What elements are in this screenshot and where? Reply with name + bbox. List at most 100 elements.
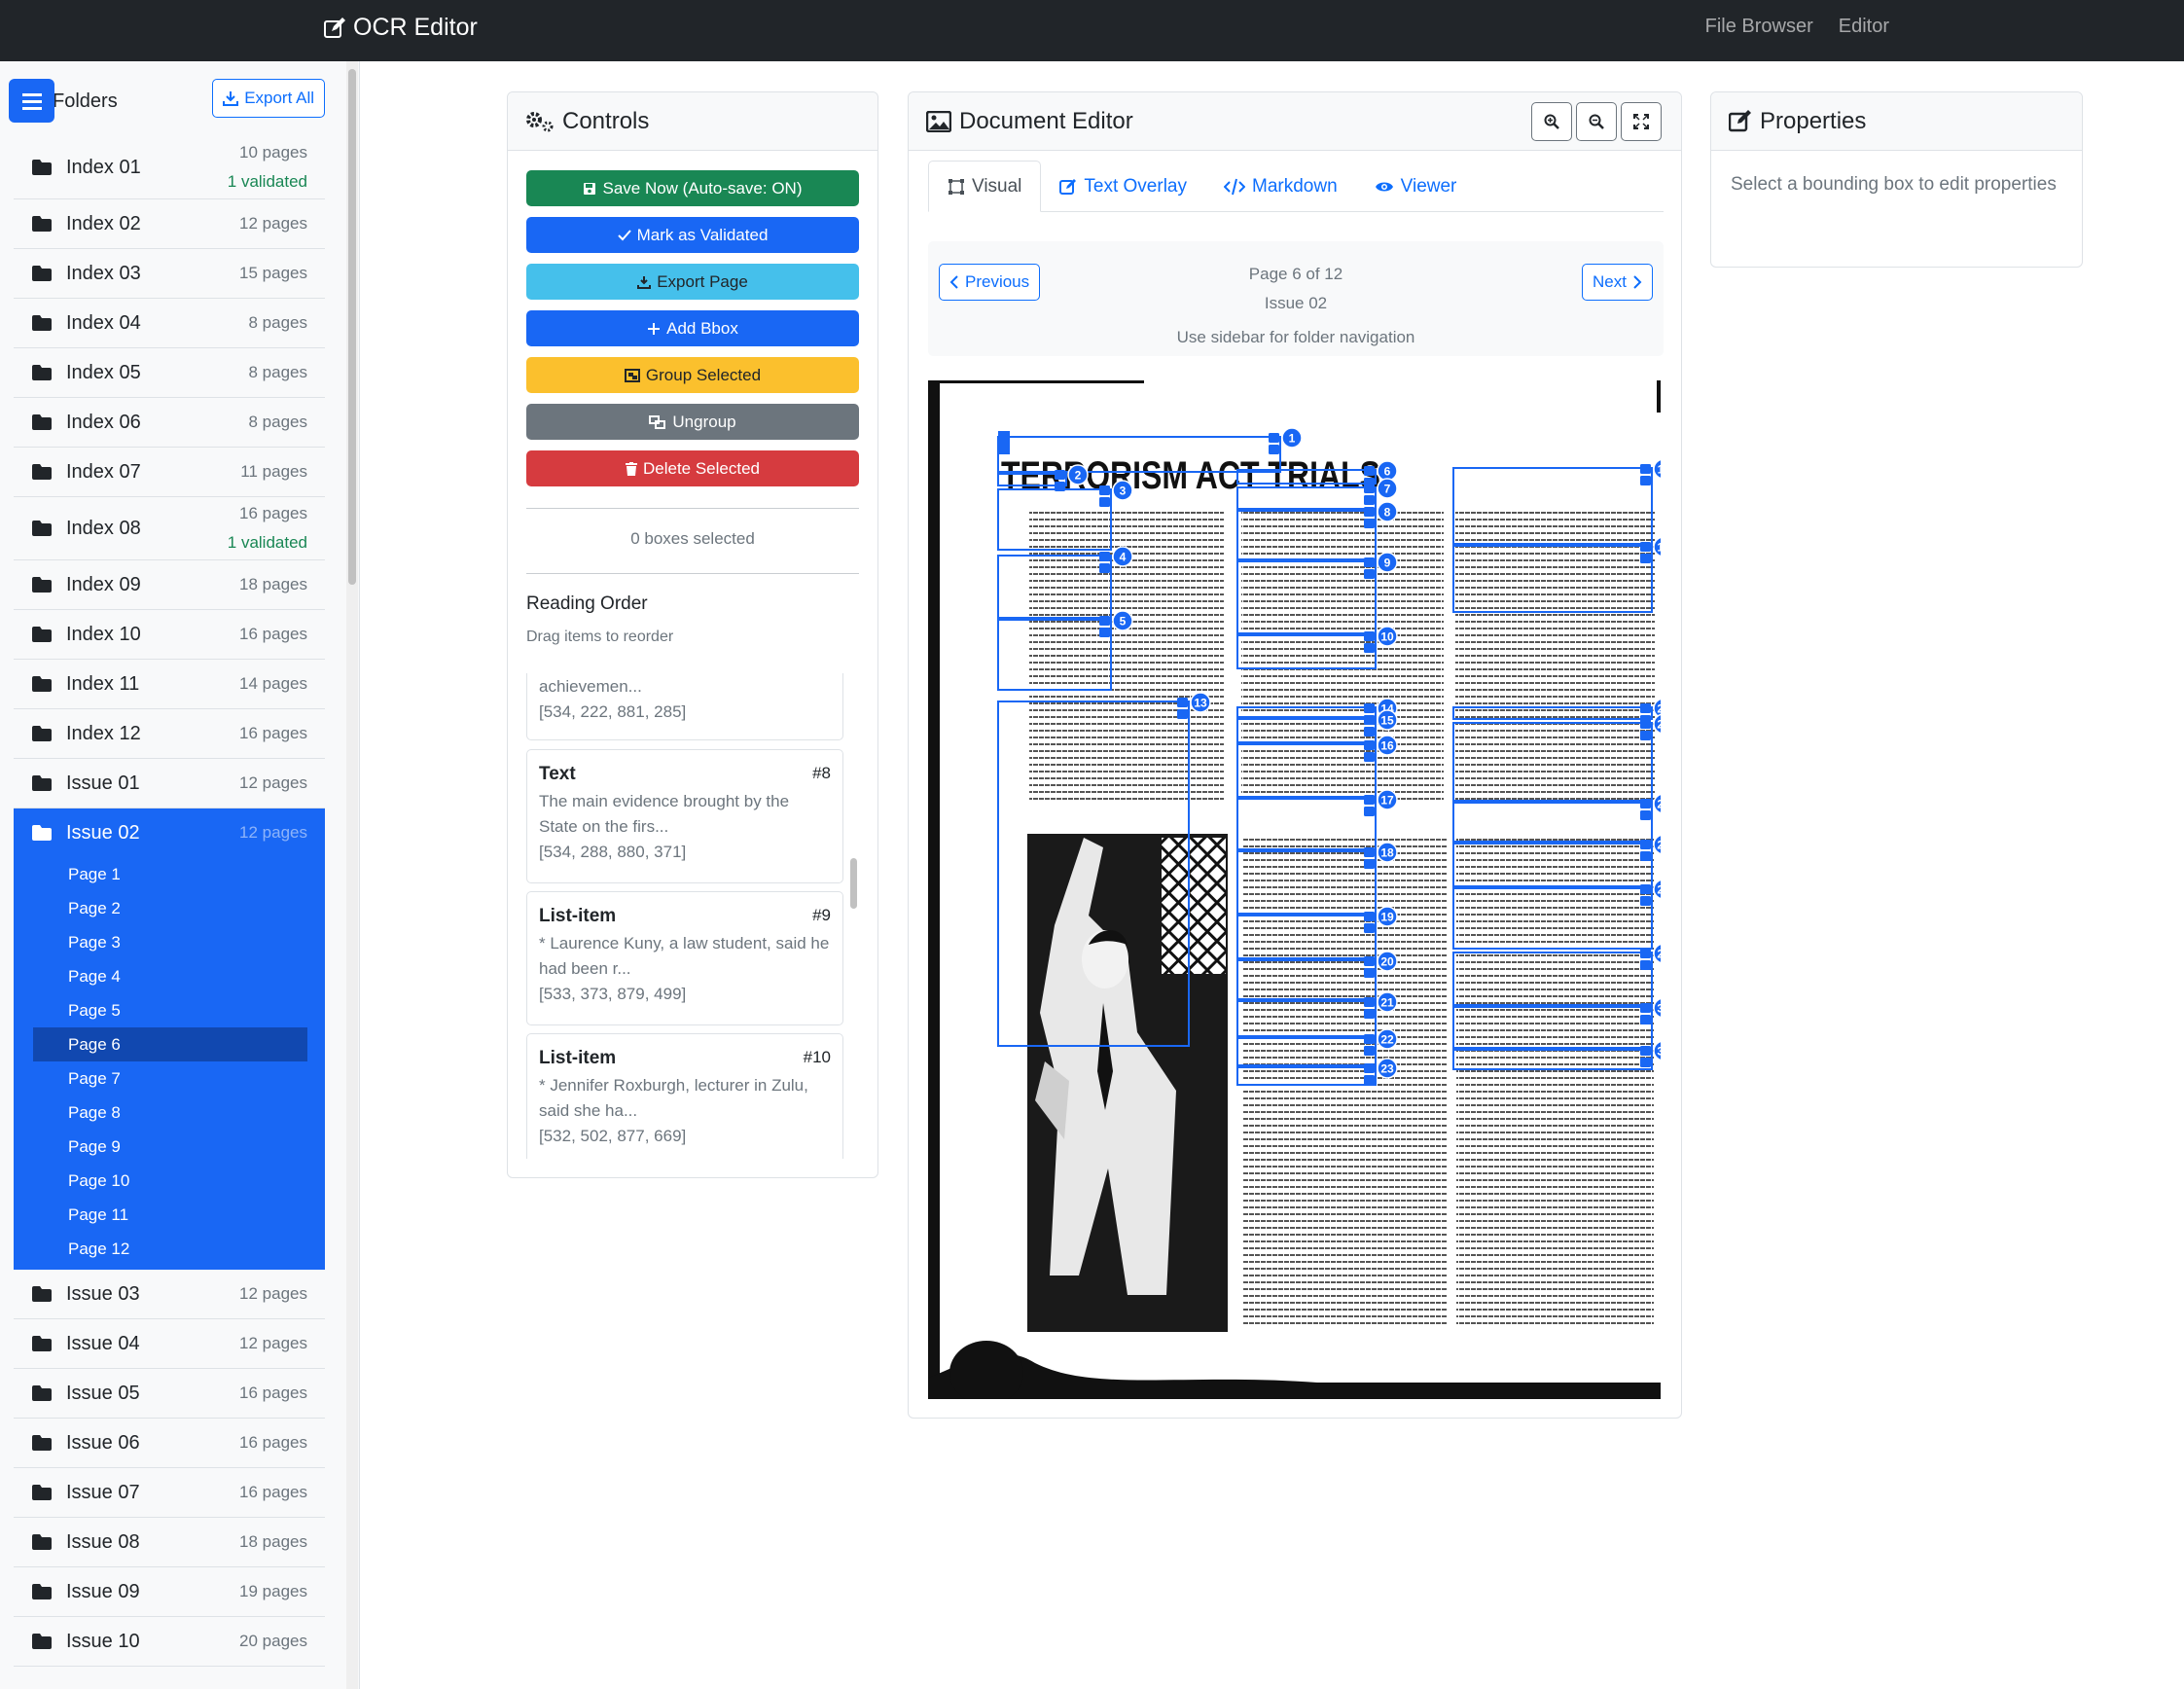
move-down-handle[interactable] (1177, 709, 1188, 719)
page-item[interactable]: Page 2 (33, 891, 307, 925)
page-item[interactable]: Page 6 (33, 1027, 307, 1061)
reading-order-list[interactable]: which could be of use in furthering the … (526, 673, 859, 1159)
move-down-handle[interactable] (1099, 497, 1110, 507)
folder-item[interactable]: Issue 04 12 pages (14, 1319, 325, 1369)
move-up-handle[interactable] (1640, 949, 1651, 958)
export-page-button[interactable]: Export Page (526, 264, 859, 300)
folder-item[interactable]: Index 05 8 pages (14, 348, 325, 398)
folder-item[interactable]: Index 11 14 pages (14, 660, 325, 709)
move-up-handle[interactable] (1640, 703, 1651, 713)
tab-visual[interactable]: Visual (928, 161, 1042, 212)
move-down-handle[interactable] (1364, 752, 1375, 762)
folder-item[interactable]: Index 02 12 pages (14, 199, 325, 249)
move-up-handle[interactable] (1099, 485, 1110, 495)
sidebar-toggle-button[interactable] (9, 79, 54, 123)
page-item[interactable]: Page 4 (33, 959, 307, 993)
move-up-handle[interactable] (1364, 557, 1375, 567)
page-item[interactable]: Page 9 (33, 1130, 307, 1164)
move-down-handle[interactable] (1269, 445, 1279, 454)
move-up-handle[interactable] (1177, 698, 1188, 707)
move-down-handle[interactable] (1364, 1075, 1375, 1085)
move-down-handle[interactable] (1364, 1009, 1375, 1019)
page-item[interactable]: Page 5 (33, 993, 307, 1027)
move-up-handle[interactable] (1364, 847, 1375, 857)
move-up-handle[interactable] (1364, 740, 1375, 750)
document-image[interactable]: TERRORISM ACT TRIALS 1234567891011121314… (928, 380, 1661, 1399)
move-down-handle[interactable] (1364, 519, 1375, 528)
move-up-handle[interactable] (1364, 1063, 1375, 1073)
move-down-handle[interactable] (1640, 896, 1651, 906)
reading-order-item[interactable]: Text #8 The main evidence brought by the … (526, 749, 843, 883)
page-item[interactable]: Page 11 (33, 1198, 307, 1232)
move-up-handle[interactable] (1640, 464, 1651, 474)
tab-markdown[interactable]: Markdown (1205, 161, 1356, 212)
move-down-handle[interactable] (1640, 851, 1651, 861)
page-item[interactable]: Page 1 (33, 857, 307, 891)
move-up-handle[interactable] (1364, 912, 1375, 921)
page-item[interactable]: Page 8 (33, 1096, 307, 1130)
folder-item[interactable]: Index 12 16 pages (14, 709, 325, 759)
move-down-handle[interactable] (1364, 923, 1375, 933)
folder-item[interactable]: Index 10 16 pages (14, 610, 325, 660)
move-up-handle[interactable] (1364, 466, 1375, 476)
move-up-handle[interactable] (1640, 840, 1651, 849)
zoom-in-button[interactable] (1531, 102, 1572, 141)
folder-item[interactable]: Index 04 8 pages (14, 299, 325, 348)
folder-item[interactable]: Issue 09 19 pages (14, 1567, 325, 1617)
reading-order-item[interactable]: List-item #10 * Jennifer Roxburgh, lectur… (526, 1033, 843, 1159)
move-up-handle[interactable] (1099, 616, 1110, 626)
save-button[interactable]: Save Now (Auto-save: ON) (526, 170, 859, 206)
nav-file-browser-link[interactable]: File Browser (1705, 16, 1813, 38)
folder-item[interactable]: Issue 10 20 pages (14, 1617, 325, 1667)
folder-item[interactable]: Issue 01 12 pages (14, 759, 325, 809)
folder-item[interactable]: Issue 08 18 pages (14, 1518, 325, 1567)
move-up-handle[interactable] (1640, 799, 1651, 809)
folder-item[interactable]: Issue 03 12 pages (14, 1270, 325, 1319)
folder-item[interactable]: Index 09 18 pages (14, 560, 325, 610)
mark-validated-button[interactable]: Mark as Validated (526, 217, 859, 253)
move-down-handle[interactable] (1099, 563, 1110, 573)
move-up-handle[interactable] (1269, 433, 1279, 443)
next-page-button[interactable]: Next (1582, 264, 1653, 301)
nav-editor-link[interactable]: Editor (1839, 16, 1889, 38)
zoom-out-button[interactable] (1576, 102, 1617, 141)
move-down-handle[interactable] (1640, 1058, 1651, 1067)
move-down-handle[interactable] (1364, 569, 1375, 579)
move-up-handle[interactable] (1364, 795, 1375, 805)
move-down-handle[interactable] (1640, 960, 1651, 970)
move-down-handle[interactable] (1364, 807, 1375, 816)
folder-item[interactable]: Issue 07 16 pages (14, 1468, 325, 1518)
move-up-handle[interactable] (1364, 631, 1375, 641)
folder-item[interactable]: Index 03 15 pages (14, 249, 325, 299)
page-item[interactable]: Page 3 (33, 925, 307, 959)
folder-item[interactable]: Index 06 8 pages (14, 398, 325, 448)
move-down-handle[interactable] (1640, 731, 1651, 740)
brand[interactable]: OCR Editor (323, 14, 478, 42)
delete-selected-button[interactable]: Delete Selected (526, 450, 859, 486)
export-all-button[interactable]: Export All (212, 79, 325, 118)
page-item[interactable]: Page 12 (33, 1232, 307, 1266)
move-up-handle[interactable] (1099, 552, 1110, 561)
folder-item[interactable]: Index 01 10 pages 1 validated (14, 136, 325, 199)
folder-item-active[interactable]: Issue 02 12 pages Page 1 Page 2 Page 3 Page 4… (14, 809, 325, 1270)
fit-screen-button[interactable] (1621, 102, 1662, 141)
folder-item[interactable]: Issue 05 16 pages (14, 1369, 325, 1419)
move-up-handle[interactable] (1640, 719, 1651, 729)
document-canvas[interactable]: TERRORISM ACT TRIALS 1234567891011121314… (928, 380, 1661, 1399)
page-item[interactable]: Page 7 (33, 1061, 307, 1096)
reading-order-item[interactable]: which could be of use in furthering the … (526, 673, 843, 740)
move-up-handle[interactable] (1055, 470, 1065, 480)
move-down-handle[interactable] (1364, 968, 1375, 978)
sidebar-scrollbar[interactable] (346, 61, 358, 1689)
move-down-handle[interactable] (1640, 1015, 1651, 1024)
move-down-handle[interactable] (1364, 727, 1375, 737)
move-down-handle[interactable] (1640, 810, 1651, 820)
reading-order-item[interactable]: List-item #9 * Laurence Kuny, a law stude… (526, 891, 843, 1025)
group-selected-button[interactable]: Group Selected (526, 357, 859, 393)
reading-order-scrollbar[interactable] (850, 858, 857, 909)
folder-item[interactable]: Index 07 11 pages (14, 448, 325, 497)
move-up-handle[interactable] (1364, 703, 1375, 713)
sidebar-scrollbar-thumb[interactable] (348, 69, 356, 585)
tab-viewer[interactable]: Viewer (1356, 161, 1476, 212)
move-up-handle[interactable] (1364, 956, 1375, 966)
